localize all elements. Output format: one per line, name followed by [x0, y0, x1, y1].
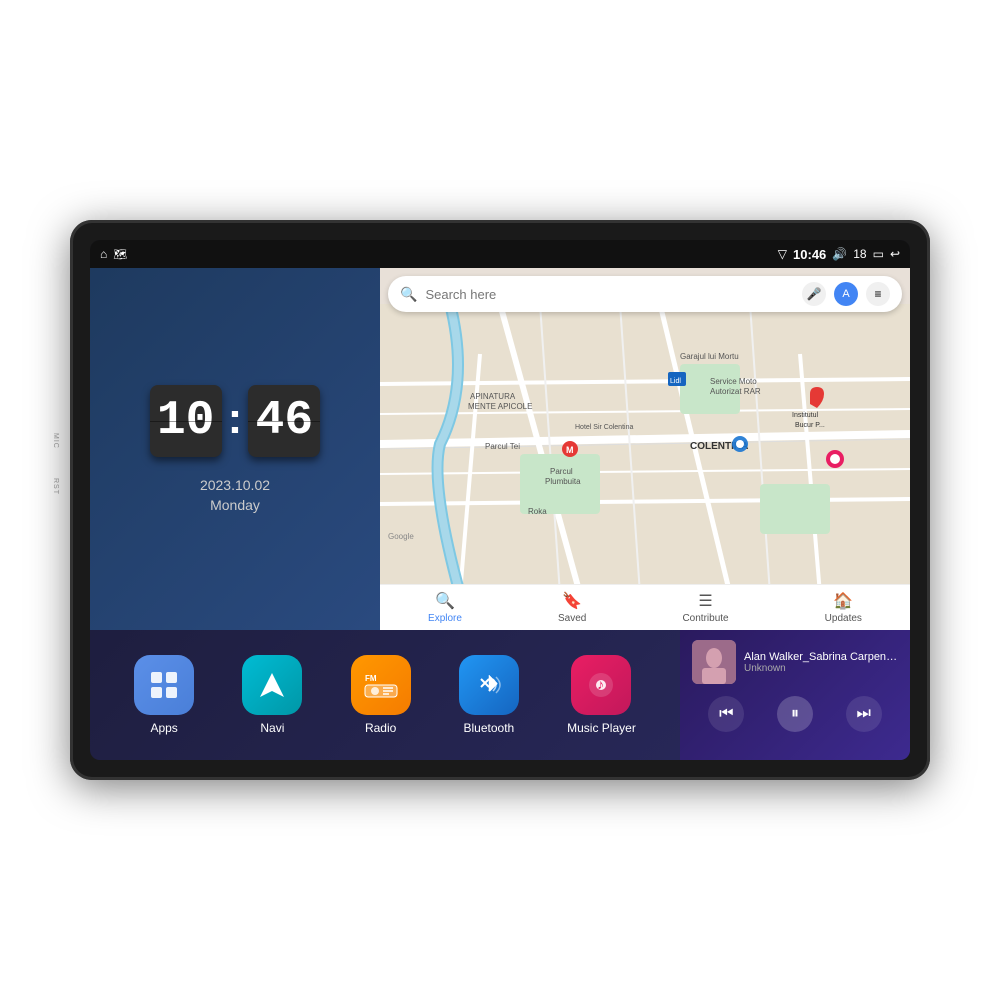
wifi-icon: ▽	[778, 247, 787, 261]
day-text: Monday	[200, 497, 270, 513]
battery-level: 18	[853, 247, 866, 261]
time-separator: :	[228, 397, 243, 441]
album-art	[692, 640, 736, 684]
main-area: 10 : 46 2023.10.02 Monday	[90, 268, 910, 760]
music-controls: ⏮ ⏸ ⏭	[692, 696, 898, 732]
apps-icon-item[interactable]: Apps	[134, 655, 194, 735]
home-icon[interactable]: ⌂	[100, 247, 107, 261]
status-right: ▽ 10:46 🔊 18 ▭ ↩	[778, 247, 900, 262]
music-player-label: Music Player	[567, 721, 636, 735]
radio-icon-bg: FM	[351, 655, 411, 715]
rst-label: RST	[52, 478, 59, 495]
music-player-icon-bg: ♪	[571, 655, 631, 715]
bluetooth-label: Bluetooth	[464, 721, 515, 735]
music-title: Alan Walker_Sabrina Carpenter_F...	[744, 651, 898, 663]
svg-text:♪: ♪	[597, 676, 604, 692]
map-widget[interactable]: APINATURA MENTE APICOLE Garajul lui Mort…	[380, 268, 910, 630]
navi-icon-bg	[242, 655, 302, 715]
mic-label: MIC	[52, 433, 59, 449]
map-tab-updates[interactable]: 🏠 Updates	[825, 591, 862, 624]
mic-search-icon[interactable]: 🎤	[802, 282, 826, 306]
flip-clock: 10 : 46	[150, 385, 321, 457]
svg-text:Autorizat RAR: Autorizat RAR	[710, 387, 761, 396]
svg-text:Roka: Roka	[528, 507, 547, 516]
status-bar: ⌂ 🗺 ▽ 10:46 🔊 18 ▭ ↩	[90, 240, 910, 268]
volume-icon: 🔊	[832, 247, 847, 261]
date-text: 2023.10.02	[200, 477, 270, 493]
hour-digits: 10	[150, 385, 222, 457]
account-icon[interactable]: A	[834, 282, 858, 306]
svg-text:Institutul: Institutul	[792, 412, 819, 419]
clock-widget: 10 : 46 2023.10.02 Monday	[90, 268, 380, 630]
svg-text:Parcul Tei: Parcul Tei	[485, 442, 520, 451]
navi-icon-item[interactable]: Navi	[242, 655, 302, 735]
svg-text:APINATURA: APINATURA	[470, 392, 516, 401]
map-tab-contribute[interactable]: ☰ Contribute	[682, 591, 728, 624]
maps-app-icon[interactable]: 🗺	[113, 248, 127, 261]
apps-icon-bg	[134, 655, 194, 715]
radio-label: Radio	[365, 721, 396, 735]
minute-digits: 46	[248, 385, 320, 457]
svg-text:Bucur P...: Bucur P...	[795, 422, 825, 429]
svg-text:Garajul lui Mortu: Garajul lui Mortu	[680, 352, 739, 361]
search-placeholder: Search here	[425, 287, 794, 302]
map-search-bar[interactable]: 🔍 Search here 🎤 A ≡	[388, 276, 902, 312]
music-widget: Alan Walker_Sabrina Carpenter_F... Unkno…	[680, 630, 910, 760]
car-display-unit: MIC RST ⌂ 🗺 ▽ 10:46 🔊 18 ▭ ↩	[70, 220, 930, 780]
music-artist: Unknown	[744, 663, 898, 674]
music-player-icon-item[interactable]: ♪ Music Player	[567, 655, 636, 735]
bluetooth-icon-item[interactable]: Bluetooth	[459, 655, 519, 735]
svg-text:Lidl: Lidl	[670, 378, 681, 385]
back-icon[interactable]: ↩	[890, 247, 900, 261]
screen-icon: ▭	[873, 247, 884, 261]
svg-text:Google: Google	[388, 532, 414, 541]
music-info: Alan Walker_Sabrina Carpenter_F... Unkno…	[744, 651, 898, 674]
svg-text:M: M	[566, 445, 574, 455]
next-button[interactable]: ⏭	[846, 696, 882, 732]
status-time: 10:46	[793, 247, 826, 262]
navi-label: Navi	[260, 721, 284, 735]
top-section: 10 : 46 2023.10.02 Monday	[90, 268, 910, 630]
app-icons-area: Apps Navi FM	[90, 630, 680, 760]
svg-text:Service Moto: Service Moto	[710, 377, 757, 386]
svg-text:Plumbuita: Plumbuita	[545, 477, 581, 486]
screen: ⌂ 🗺 ▽ 10:46 🔊 18 ▭ ↩ 10 :	[90, 240, 910, 760]
svg-text:Parcul: Parcul	[550, 467, 573, 476]
bottom-section: Apps Navi FM	[90, 630, 910, 760]
map-bottom-bar: 🔍 Explore 🔖 Saved ☰ Contribute 🏠	[380, 584, 910, 630]
map-tab-saved[interactable]: 🔖 Saved	[558, 591, 586, 624]
more-icon[interactable]: ≡	[866, 282, 890, 306]
map-tab-explore[interactable]: 🔍 Explore	[428, 591, 462, 624]
status-left: ⌂ 🗺	[100, 247, 127, 261]
date-info: 2023.10.02 Monday	[200, 477, 270, 513]
music-header: Alan Walker_Sabrina Carpenter_F... Unkno…	[692, 640, 898, 684]
bluetooth-icon-bg	[459, 655, 519, 715]
svg-text:MENTE APICOLE: MENTE APICOLE	[468, 402, 532, 411]
search-icons: 🎤 A ≡	[802, 282, 890, 306]
apps-label: Apps	[150, 721, 177, 735]
prev-button[interactable]: ⏮	[708, 696, 744, 732]
svg-text:Hotel Sir Colentina: Hotel Sir Colentina	[575, 424, 633, 431]
svg-text:FM: FM	[365, 674, 377, 683]
radio-icon-item[interactable]: FM Radio	[351, 655, 411, 735]
play-pause-button[interactable]: ⏸	[777, 696, 813, 732]
